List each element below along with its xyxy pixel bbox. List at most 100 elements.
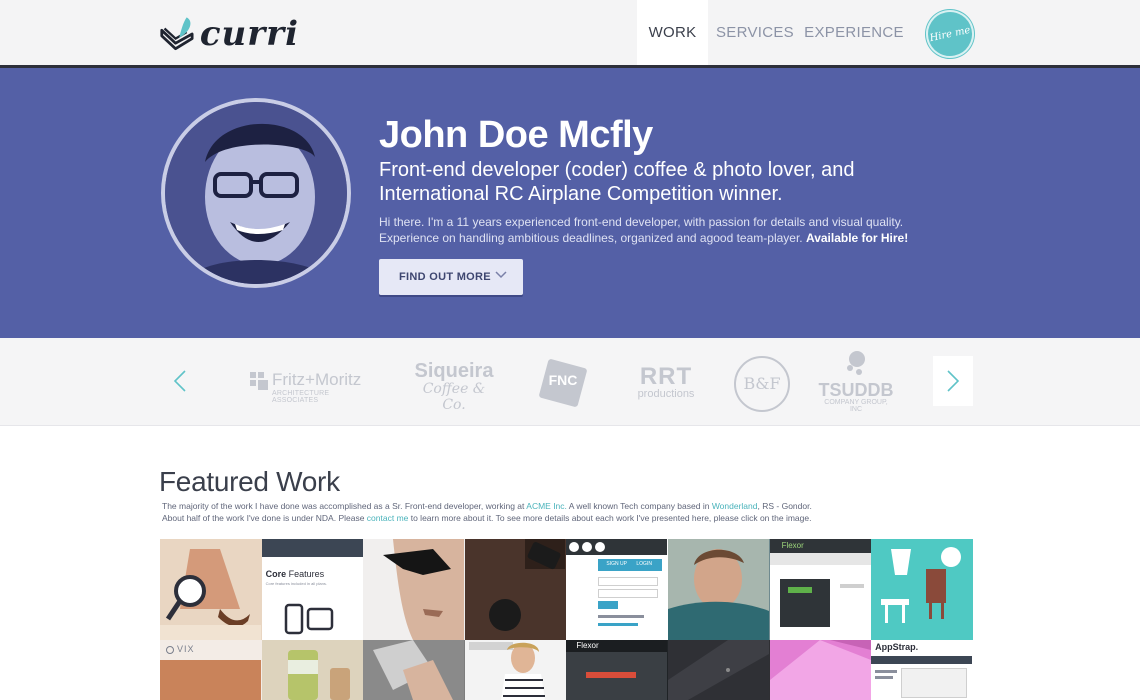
portfolio-tile-core-features[interactable]: Core Features Core features included in … — [261, 539, 364, 640]
hero-name: John Doe Mcfly — [379, 114, 653, 156]
featured-work-description: The majority of the work I have done was… — [162, 500, 822, 524]
portfolio-grid: Core Features Core features included in … — [160, 539, 973, 700]
mock-navbar: Flexor — [769, 539, 871, 553]
coffee-cup-icon — [261, 640, 363, 700]
wonderland-link[interactable]: Wonderland — [712, 501, 758, 511]
text-line — [598, 615, 645, 618]
client-logo-rrt[interactable]: RRT productions — [628, 365, 704, 401]
profile-photo — [161, 98, 351, 288]
client-name: TSUDDB — [818, 380, 894, 400]
vix-logo: VIX — [166, 644, 195, 654]
facebook-icon — [569, 542, 580, 552]
featured-work-heading: Featured Work — [159, 466, 340, 497]
chevron-left-icon — [173, 370, 186, 392]
logo[interactable]: curri — [159, 12, 299, 56]
mock-navbar — [261, 539, 363, 557]
portfolio-tile-appstrap[interactable]: AppStrap. — [871, 640, 973, 700]
sunglasses-man-icon — [363, 539, 465, 640]
portfolio-tile-smiling-man[interactable] — [667, 539, 770, 640]
email-field-mock — [598, 577, 659, 586]
login-button-mock — [598, 601, 619, 609]
fashion-model-icon — [464, 640, 566, 700]
linkedin-icon — [582, 542, 593, 552]
hand-phone-icon — [363, 640, 465, 700]
portfolio-tile-flexor-dark[interactable]: Flexor — [566, 640, 668, 700]
smiling-man-icon — [667, 539, 769, 640]
portfolio-tile-furniture-pattern[interactable] — [871, 539, 973, 640]
portrait-photo — [160, 660, 261, 700]
chevron-down-icon — [495, 271, 507, 279]
nav-work[interactable]: WORK — [637, 0, 708, 65]
hero-section: John Doe Mcfly Front-end developer (code… — [0, 68, 1140, 338]
hero-mock — [566, 652, 668, 700]
googleplus-icon — [595, 542, 606, 552]
squares-logo-icon — [250, 372, 268, 390]
dark-card — [779, 579, 830, 627]
red-bar — [586, 672, 637, 678]
portfolio-tile-phone-desk[interactable] — [464, 539, 567, 640]
mock-navbar — [871, 656, 973, 664]
desc-text: A well known Tech company based in — [566, 501, 712, 511]
client-sub: Coffee & Co. — [422, 381, 486, 413]
desc-text: to learn more about it. To see more deta… — [408, 513, 812, 523]
portfolio-tile-dark-texture[interactable] — [667, 640, 770, 700]
carousel-prev-button[interactable] — [160, 356, 200, 406]
find-out-more-button[interactable]: FIND OUT MORE — [379, 259, 523, 295]
hero-description-line2: Experience on handling ambitious deadlin… — [379, 231, 803, 245]
mock-screenshot — [901, 668, 968, 698]
desc-text: About half of the work I've done is unde… — [162, 513, 367, 523]
text-line — [875, 670, 898, 673]
pink-abstract-icon — [769, 640, 871, 700]
balloon-logo-icon — [847, 351, 865, 375]
text-line — [839, 584, 864, 588]
portfolio-tile-coffee-cup[interactable] — [261, 640, 364, 700]
dark-texture-icon — [667, 640, 769, 700]
phone-desk-icon — [464, 539, 566, 640]
client-sub: productions — [637, 388, 695, 400]
mock-navbar: Flexor — [566, 640, 668, 652]
contact-me-link[interactable]: contact me — [367, 513, 409, 523]
client-logo-siqueira[interactable]: Siqueira Coffee & Co. — [410, 360, 498, 413]
hire-me-button[interactable]: Hire me — [921, 5, 979, 63]
nav-experience[interactable]: EXPERIENCE — [804, 0, 903, 65]
hero-tagline: Front-end developer (coder) coffee & pho… — [379, 159, 855, 205]
portfolio-tile-vix[interactable]: VIX — [160, 640, 262, 700]
portfolio-tile-pink[interactable] — [769, 640, 872, 700]
desc-text: , RS - Gondor. — [757, 501, 812, 511]
client-logos-carousel: Fritz+Moritz ARCHITECTURE ASSOCIATES Siq… — [0, 338, 1140, 426]
core-features-title: Core Features — [265, 569, 325, 579]
logo-text: curri — [199, 14, 299, 54]
nav-services[interactable]: SERVICES — [714, 0, 796, 65]
detective-illustration-icon — [160, 549, 261, 640]
acme-link[interactable]: ACME Inc. — [526, 501, 567, 511]
text-line — [598, 623, 639, 626]
client-logo-fritz-moritz[interactable]: Fritz+Moritz ARCHITECTURE ASSOCIATES — [250, 370, 372, 404]
devices-icon — [284, 603, 333, 635]
mock-subnav — [769, 553, 871, 565]
core-features-sub: Core features included in all plans. — [265, 581, 327, 586]
client-sub: ARCHITECTURE ASSOCIATES — [272, 390, 330, 404]
portfolio-tile-fashion[interactable] — [464, 640, 567, 700]
book-feather-icon — [160, 17, 194, 51]
appstrap-logo: AppStrap. — [875, 642, 919, 652]
client-logo-bf[interactable]: B&F — [734, 356, 790, 412]
person-portrait-icon — [165, 102, 347, 284]
site-header: curri WORK SERVICES EXPERIENCE Hire me — [0, 0, 1140, 68]
furniture-pattern-icon — [871, 539, 973, 640]
availability-text: Available for Hire! — [805, 231, 909, 245]
portfolio-tile-flexor[interactable]: Flexor — [769, 539, 872, 640]
green-button-mock — [787, 587, 812, 593]
client-logo-tsuddb[interactable]: TSUDDB COMPANY GROUP, INC — [818, 350, 894, 413]
portfolio-tile-sunglasses[interactable] — [363, 539, 465, 640]
client-name: B&F — [743, 374, 781, 393]
client-name: Siqueira — [414, 360, 494, 382]
portfolio-tile-hand-phone[interactable] — [363, 640, 465, 700]
text-line — [875, 676, 894, 679]
carousel-next-button[interactable] — [933, 356, 973, 406]
client-sub: COMPANY GROUP, INC — [824, 399, 888, 413]
portfolio-tile-login-form[interactable]: SIGN UP LOGIN — [566, 539, 668, 640]
circle-logo-icon — [166, 645, 174, 654]
portfolio-tile-detective[interactable] — [160, 539, 262, 640]
signup-login-tabs: SIGN UP LOGIN — [598, 559, 663, 571]
client-logo-fnc[interactable]: FNC — [538, 358, 588, 408]
